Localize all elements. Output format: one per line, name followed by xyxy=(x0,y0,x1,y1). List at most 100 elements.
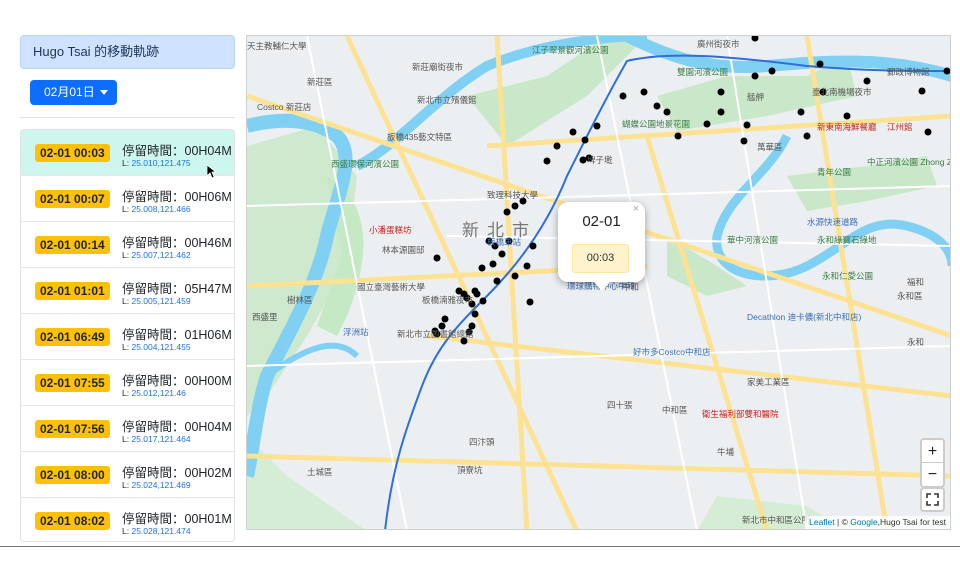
map-label: 新北市中和區公所 xyxy=(742,515,811,525)
map-label: 郵政博物館 xyxy=(887,67,930,77)
map-label: Costco 新莊店 xyxy=(257,102,312,112)
map-label: 西盛環保河濱公園 xyxy=(331,159,400,169)
map-label: 中正河濱公園 Zhong Zheng Riverside Park xyxy=(867,157,950,167)
map-label: 浮洲站 xyxy=(343,327,369,337)
map-label: 天主教輔仁大學 xyxy=(247,41,307,51)
stay-duration: 停留時間：01H06M xyxy=(122,328,232,342)
map-label: 新北市立殯儀館 xyxy=(417,95,477,105)
map-label: 新東南海鮮餐廳 xyxy=(817,122,877,132)
map-label: 國立臺灣藝術大學 xyxy=(357,282,426,292)
stay-time-badge: 02-01 01:01 xyxy=(35,282,110,300)
map-label: 土城區 xyxy=(307,467,333,477)
coords-prefix: L: xyxy=(122,388,130,398)
popup-date: 02-01 xyxy=(582,213,621,230)
stay-list-item[interactable]: 02-01 00:07 停留時間：00H06M L: 25.008,121.46… xyxy=(21,176,234,222)
stay-list-item[interactable]: 02-01 08:00 停留時間：00H02M L: 25.024,121.46… xyxy=(21,452,234,498)
coords-value: 25.010,121.475 xyxy=(131,158,191,168)
stay-list-item[interactable]: 02-01 00:03 停留時間：00H04M L: 25.010,121.47… xyxy=(21,130,234,176)
date-dropdown-label: 02月01日 xyxy=(44,85,95,99)
map-label: 永和 xyxy=(907,337,925,347)
map-label: 新莊區 xyxy=(307,77,333,87)
stay-coords: L: 25.005,121.459 xyxy=(122,296,191,306)
map-label: 永和區 xyxy=(897,291,923,301)
coords-value: 25.004,121.455 xyxy=(131,342,191,352)
fullscreen-icon xyxy=(926,493,939,506)
stay-time-badge: 02-01 06:49 xyxy=(35,328,110,346)
stay-duration: 停留時間：00H04M xyxy=(122,420,232,434)
map-label: 水源快速道路 xyxy=(807,217,859,227)
caret-down-icon xyxy=(100,90,108,95)
coords-value: 25.008,121.466 xyxy=(131,204,191,214)
zoom-out-button[interactable]: − xyxy=(922,463,943,486)
stay-coords: L: 25.024,121.469 xyxy=(122,480,191,490)
stay-duration: 停留時間：00H01M xyxy=(122,512,232,526)
map-label: 家美工業區 xyxy=(747,377,790,387)
map-label: 江州館 xyxy=(887,122,913,132)
map-label: 埤子墘 xyxy=(587,155,613,165)
map-label: 四十張 xyxy=(607,400,633,410)
coords-value: 25.005,121.459 xyxy=(131,296,191,306)
map-label: 四汴頭 xyxy=(469,437,495,447)
leaflet-link[interactable]: Leaflet xyxy=(809,517,835,527)
page-bottom-rule xyxy=(0,546,960,547)
stay-coords: L: 25.017,121.464 xyxy=(122,434,191,444)
page-title: Hugo Tsai 的移動軌跡 xyxy=(20,35,235,69)
divider xyxy=(20,117,235,118)
coords-prefix: L: xyxy=(122,158,130,168)
map-label: 中和 xyxy=(622,282,640,292)
coords-prefix: L: xyxy=(122,480,130,490)
map-label: 華中河濱公園 xyxy=(727,235,779,245)
zoom-control: + − xyxy=(920,438,945,488)
stay-list-item[interactable]: 02-01 01:01 停留時間：05H47M L: 25.005,121.45… xyxy=(21,268,234,314)
stay-list-item[interactable]: 02-01 07:56 停留時間：00H04M L: 25.017,121.46… xyxy=(21,406,234,452)
stay-duration: 停留時間：00H00M xyxy=(122,374,232,388)
stay-coords: L: 25.007,121.462 xyxy=(122,250,191,260)
map-label: 樹林區 xyxy=(287,295,313,305)
map-label: 小潘蛋糕坊 xyxy=(369,225,412,235)
fullscreen-button[interactable] xyxy=(920,487,945,512)
map-label: 雙園河濱公園 xyxy=(677,67,729,77)
map-label: 福和 xyxy=(907,277,925,287)
stay-duration: 停留時間：00H04M xyxy=(122,144,232,158)
map-label: 萬華區 xyxy=(757,142,783,152)
attribution-separator: | © xyxy=(834,517,851,527)
stay-time-badge: 02-01 08:00 xyxy=(35,466,110,484)
stay-duration: 停留時間：00H06M xyxy=(122,190,232,204)
stay-time-badge: 02-01 00:14 xyxy=(35,236,110,254)
map-label: 新莊廟街夜市 xyxy=(412,62,464,72)
map-label: 衛生福利部雙和醫院 xyxy=(702,409,779,419)
google-link[interactable]: Google xyxy=(850,517,877,527)
coords-value: 25.007,121.462 xyxy=(131,250,191,260)
stay-coords: L: 25.010,121.475 xyxy=(122,158,191,168)
map-label: 永和仁愛公園 xyxy=(822,271,874,281)
map-view[interactable]: 新北市 江子翠景觀河濱公園 新莊廟街夜市 新北市立殯儀館 板橋435藝文特區 西… xyxy=(246,35,951,530)
map-label: 林本源園邸 xyxy=(382,245,425,255)
coords-prefix: L: xyxy=(122,434,130,444)
coords-prefix: L: xyxy=(122,526,130,536)
date-dropdown-button[interactable]: 02月01日 xyxy=(30,80,117,105)
map-attribution: Leaflet | © Google,Hugo Tsai for test xyxy=(805,516,950,529)
stay-list-item[interactable]: 02-01 00:14 停留時間：00H46M L: 25.007,121.46… xyxy=(21,222,234,268)
map-label: 板橋435藝文特區 xyxy=(387,132,453,142)
map-label: 中和區 xyxy=(662,405,688,415)
popup-time-badge: 00:03 xyxy=(572,244,629,273)
stay-coords: L: 25.008,121.466 xyxy=(122,204,191,214)
attribution-owner: ,Hugo Tsai for test xyxy=(877,517,946,527)
stay-duration: 停留時間：05H47M xyxy=(122,282,232,296)
zoom-in-button[interactable]: + xyxy=(922,440,943,463)
coords-prefix: L: xyxy=(122,342,130,352)
stay-list-item[interactable]: 02-01 07:55 停留時間：00H00M L: 25.012,121.46 xyxy=(21,360,234,406)
stay-list-item[interactable]: 02-01 08:02 停留時間：00H01M L: 25.028,121.47… xyxy=(21,498,234,541)
map-label: Decathlon 迪卡儂(新北中和店) xyxy=(747,312,862,322)
map-label: 艋舺 xyxy=(747,92,765,102)
coords-value: 25.012,121.46 xyxy=(131,388,186,398)
map-label: 青年公園 xyxy=(817,167,852,177)
stay-list-item[interactable]: 02-01 06:49 停留時間：01H06M L: 25.004,121.45… xyxy=(21,314,234,360)
coords-value: 25.024,121.469 xyxy=(131,480,191,490)
map-label: 牛埔 xyxy=(717,447,735,457)
map-label: 板橋車站 xyxy=(487,237,522,247)
stay-coords: L: 25.012,121.46 xyxy=(122,388,186,398)
stay-time-badge: 02-01 00:07 xyxy=(35,190,110,208)
map-popup: × 02-01 00:03 xyxy=(558,202,645,291)
map-label: 頂寮坑 xyxy=(457,465,483,475)
